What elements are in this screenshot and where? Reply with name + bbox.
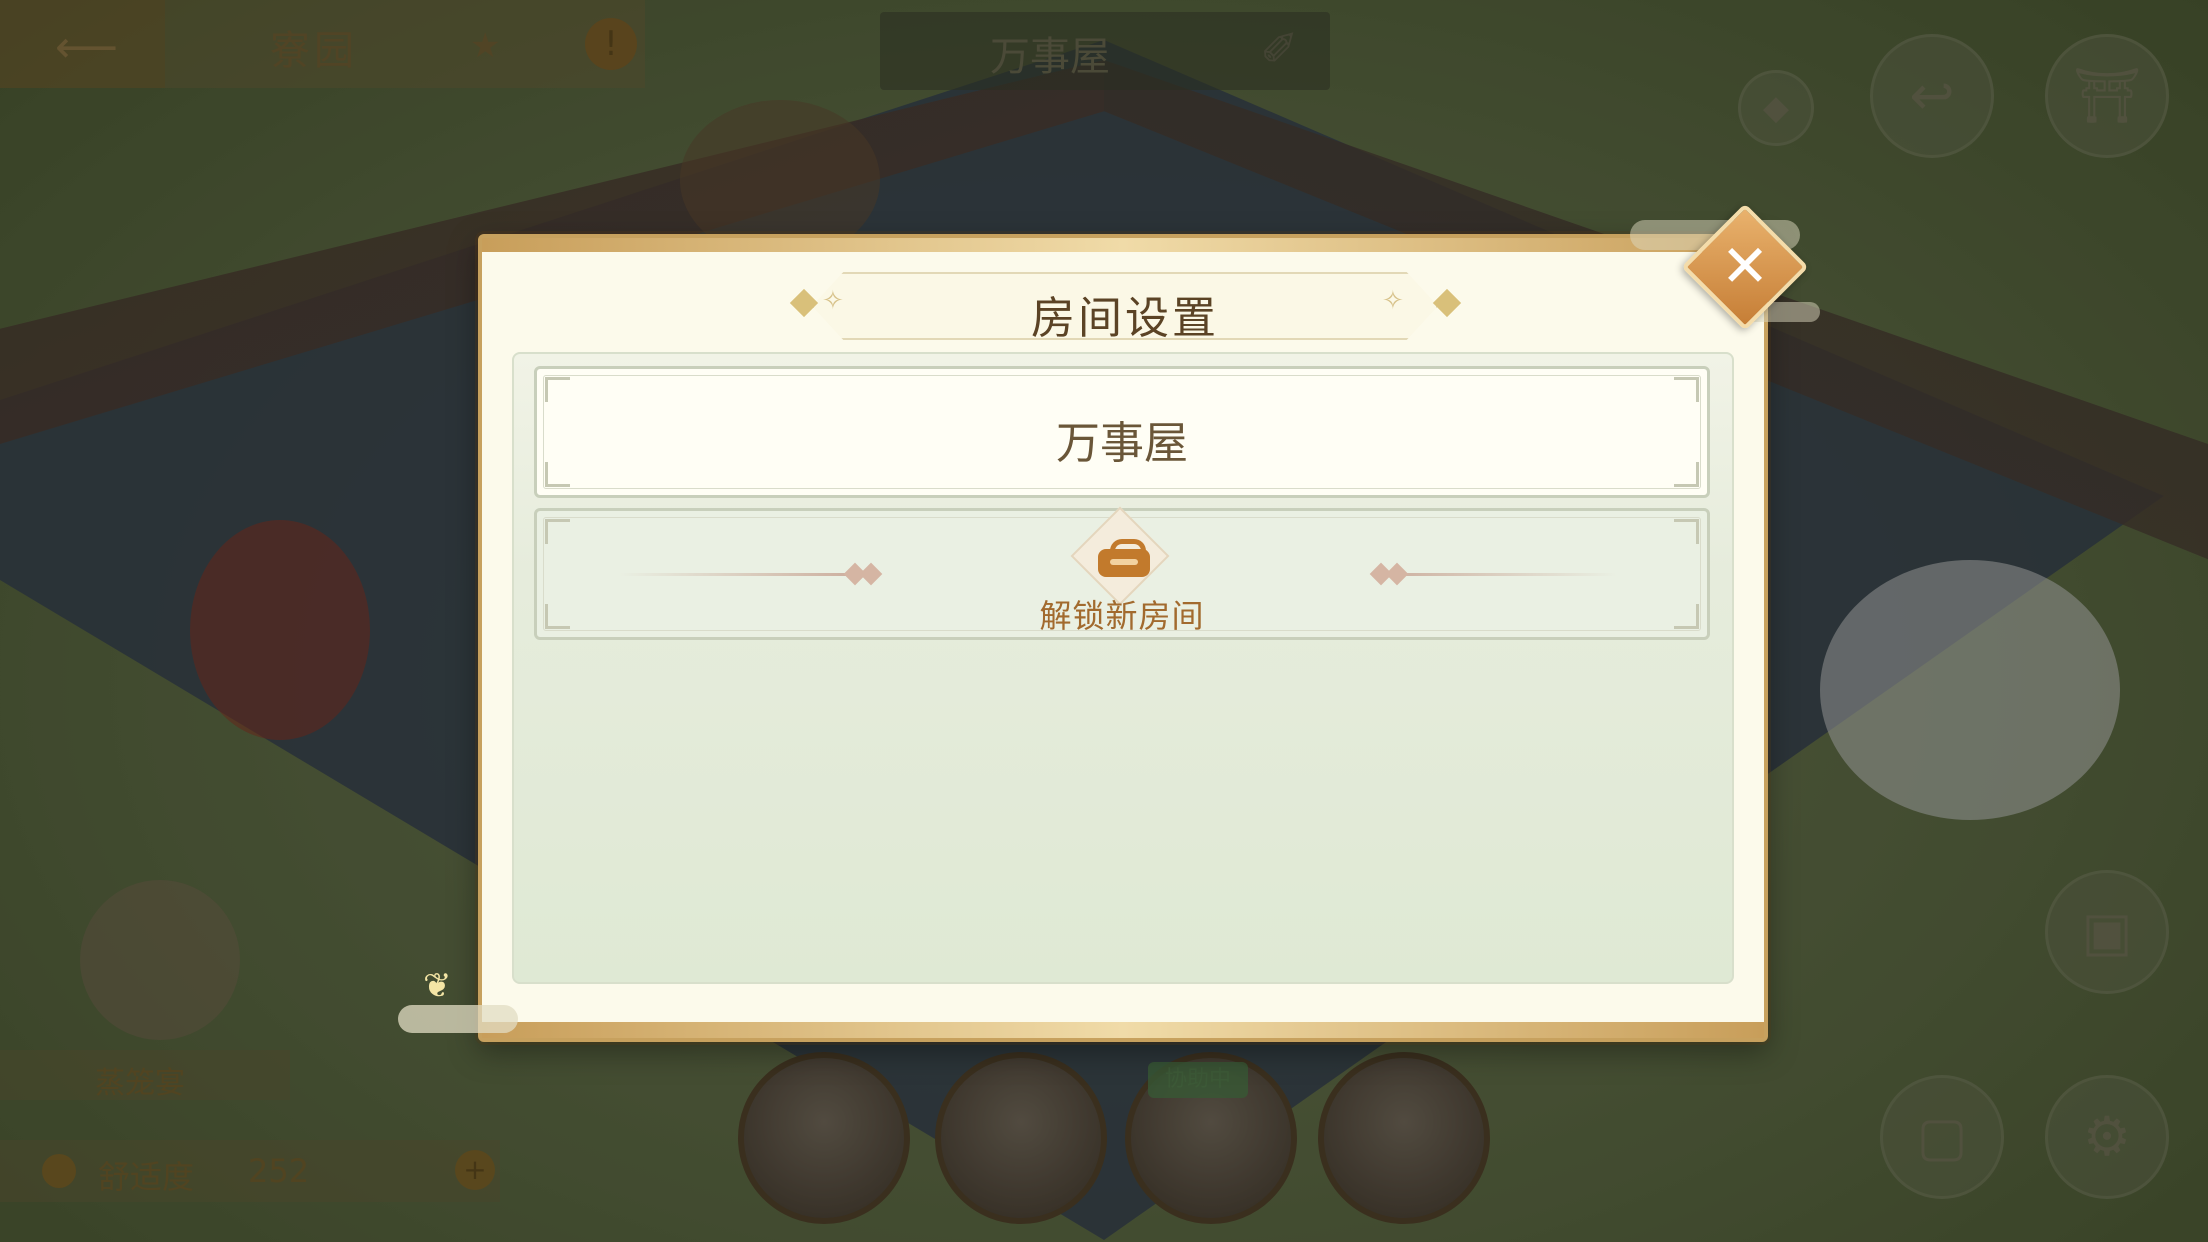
divider-gem [1385,562,1409,586]
corner-ornament [545,377,570,402]
sparkle-icon: ✧ [1382,286,1404,316]
room-item-label: 万事屋 [1056,418,1188,469]
divider-line-left [619,573,849,576]
butterfly-icon: ❦ [423,966,452,1006]
divider-line-right [1387,573,1617,576]
room-list-panel: 万事屋 解锁新房间 [512,352,1734,984]
dialog-title: 房间设置 [1031,293,1219,344]
title-ornament-right [1432,288,1462,318]
corner-ornament [1674,519,1699,544]
dialog-title-plate: 房间设置 [812,272,1438,340]
corner-ornament [545,519,570,544]
unlock-lock-icon [1098,539,1150,577]
cloud-decoration [398,1005,518,1033]
sparkle-icon: ✧ [822,286,844,316]
room-item-wanshiwu[interactable]: 万事屋 [534,366,1710,498]
close-icon[interactable]: ✕ [1700,226,1790,306]
divider-gem [859,562,883,586]
corner-ornament [1674,377,1699,402]
dialog-bottom-border [482,1022,1764,1038]
room-settings-dialog: 房间设置 ✧ ✧ 万事屋 解锁新房间 [478,234,1768,1042]
unlock-new-room-label: 解锁新房间 [1039,597,1205,635]
unlock-new-room-button[interactable]: 解锁新房间 [534,506,1710,640]
title-ornament-left [789,288,819,318]
dialog-top-border [482,238,1764,252]
